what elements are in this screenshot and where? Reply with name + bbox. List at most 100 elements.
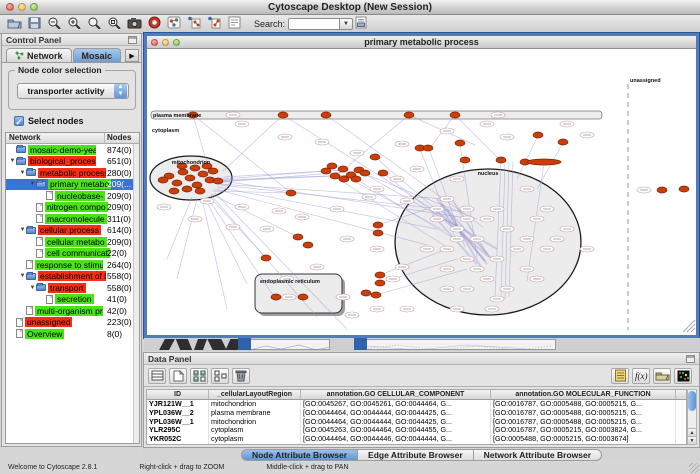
tab-network-attribute-browser[interactable]: Network Attribute Browser [474,449,602,461]
open-icon[interactable] [6,15,22,30]
network-view-titlebar[interactable]: primary metabolic process [147,36,696,49]
network-node[interactable] [327,163,337,169]
zoom-selected-icon[interactable] [106,15,122,30]
attribute-table-header[interactable]: ID_cellularLayoutRegionannotation.GO CEL… [147,390,686,400]
table-cell[interactable]: plasma membrane [209,409,301,418]
new-attribute-icon[interactable] [169,368,187,384]
table-cell[interactable]: [GO:0044464, GO:0044446, GO:0044444, G..… [301,435,491,444]
tree-expand-icon[interactable]: ▼ [19,170,26,176]
table-row[interactable]: YLR295Ccytoplasm[GO:0045263, GO:0044464,… [147,426,686,435]
attribute-table[interactable]: ID_cellularLayoutRegionannotation.GO CEL… [146,389,687,445]
import-attributes-icon[interactable] [653,368,671,384]
tab-scroll-right-icon[interactable]: ▶ [125,49,139,62]
network-node[interactable] [213,178,223,184]
table-cell[interactable]: [GO:0016787, GO:0005488, GO:0005215, G..… [491,418,676,427]
annotation-icon[interactable] [226,15,242,30]
network-node[interactable] [375,272,385,278]
table-cell[interactable]: [GO:0044464, GO:0044444, GO:0044425, G..… [301,418,491,427]
table-cell[interactable]: [GO:0016787, GO:0005488, GO:0005215, G..… [491,409,676,418]
network-node[interactable] [172,180,182,186]
tab-network[interactable]: Network [6,48,72,62]
save-icon[interactable] [26,15,42,30]
network-node[interactable] [533,132,543,138]
vizmapper-icon[interactable] [166,15,182,30]
table-row[interactable]: YDR039C__1mitochondrion[GO:0044464, GO:0… [147,444,686,445]
table-cell[interactable]: [GO:0044464, GO:0044444, GO:0044425, G..… [301,409,491,418]
new-network-from-nodes-icon[interactable] [186,15,202,30]
table-cell[interactable]: cytoplasm [209,435,301,444]
network-node[interactable] [158,177,168,183]
delete-attribute-icon[interactable] [232,368,250,384]
import-table-icon[interactable] [353,15,369,30]
network-node[interactable] [339,176,349,182]
network-canvas[interactable]: plasma membranecytoplasmmitochondrionnuc… [147,49,696,335]
table-row[interactable]: YKR052Ccytoplasm[GO:0044464, GO:0044446,… [147,435,686,444]
table-scrollbar[interactable]: ▲ ▼ [687,389,697,445]
tree-row-macromolecule[interactable]: macromolecule311(0) [6,213,139,225]
network-node[interactable] [455,140,465,146]
table-row[interactable]: YPL036W__1mitochondrion[GO:0044464, GO:0… [147,418,686,427]
table-cell[interactable]: [GO:0016787, GO:0005488, GO:0005215, G..… [491,444,676,445]
network-edge[interactable] [207,197,277,301]
table-cell[interactable]: mitochondrion [209,444,301,445]
tree-row-nucleobase-[interactable]: nucleobase-209(0) [6,190,139,202]
column-header-2[interactable]: annotation.GO CELLULAR_COMPONENT [301,390,491,399]
snapshot-icon[interactable] [126,15,142,30]
network-edge[interactable] [211,194,298,237]
network-node[interactable] [338,166,348,172]
network-node[interactable] [378,170,388,176]
unselect-attributes-icon[interactable] [211,368,229,384]
network-node[interactable] [261,255,271,261]
network-node[interactable] [360,170,370,176]
table-cell[interactable]: [GO:0016787, GO:0005215, GO:0003824, G..… [491,426,676,435]
network-tree-header[interactable]: Network Nodes [6,133,139,144]
tree-row-primary-metabo[interactable]: ▼primary metabo209(... [6,179,139,191]
scroll-up-icon[interactable]: ▲ [688,428,696,436]
tree-scrollbar[interactable] [133,144,139,443]
table-cell[interactable]: YJR121W__1 [147,400,209,409]
view-resize-grip[interactable] [687,324,695,332]
network-node[interactable] [303,242,313,248]
network-node[interactable] [278,112,288,118]
network-node[interactable] [423,145,433,151]
network-edge[interactable] [177,199,197,279]
background-view-window[interactable] [240,339,330,350]
table-cell[interactable]: YPL036W__2 [147,409,209,418]
network-node[interactable] [169,188,179,194]
network-node[interactable] [460,157,470,163]
tree-expand-icon[interactable]: ▼ [19,227,26,233]
network-node[interactable] [298,294,308,300]
tree-expand-icon[interactable]: ▼ [29,181,36,187]
network-node[interactable] [192,182,202,188]
zoom-fit-icon[interactable] [86,15,102,30]
select-attributes-icon[interactable] [190,368,208,384]
network-node[interactable] [450,112,460,118]
network-node[interactable] [404,112,414,118]
network-node[interactable] [293,234,303,240]
tree-row-transport[interactable]: ▼transport558(0) [6,282,139,294]
zoom-out-icon[interactable] [46,15,62,30]
tab-edge-attribute-browser[interactable]: Edge Attribute Browser [358,449,474,461]
table-cell[interactable]: mitochondrion [209,418,301,427]
tree-expand-icon[interactable]: ▼ [9,158,16,164]
tree-row-nitrogen-compo[interactable]: nitrogen compo209(0) [6,202,139,214]
table-cell[interactable]: [GO:0016787, GO:0005488, GO:0005215, G..… [491,400,676,409]
table-cell[interactable]: [GO:0005488, GO:0005215, GO:0003674] [491,435,676,444]
tab-mosaic[interactable]: Mosaic [73,48,122,62]
window-resize-grip[interactable] [689,463,699,473]
column-header-1[interactable]: _cellularLayoutRegion [209,390,301,399]
float-panel-icon[interactable] [128,36,137,44]
view-resize-grip[interactable] [691,328,695,332]
column-header-0[interactable]: ID [147,390,209,399]
network-node[interactable] [195,188,205,194]
network-node[interactable] [286,190,296,196]
table-cell[interactable]: [GO:0044464, GO:0044444, GO:0044425, G..… [301,444,491,445]
tree-row-cellular-metabo[interactable]: cellular metabo209(0) [6,236,139,248]
tree-row-establishment-of-lo[interactable]: ▼establishment of lo558(0) [6,271,139,283]
column-header-3[interactable]: annotation.GO MOLECULAR_FUNCTION [491,390,676,399]
network-node[interactable] [375,280,385,286]
network-edge[interactable] [517,136,538,179]
table-cell[interactable]: mitochondrion [209,400,301,409]
new-network-from-edges-icon[interactable] [206,15,222,30]
table-row[interactable]: YJR121W__1mitochondrion[GO:0045267, GO:0… [147,400,686,409]
